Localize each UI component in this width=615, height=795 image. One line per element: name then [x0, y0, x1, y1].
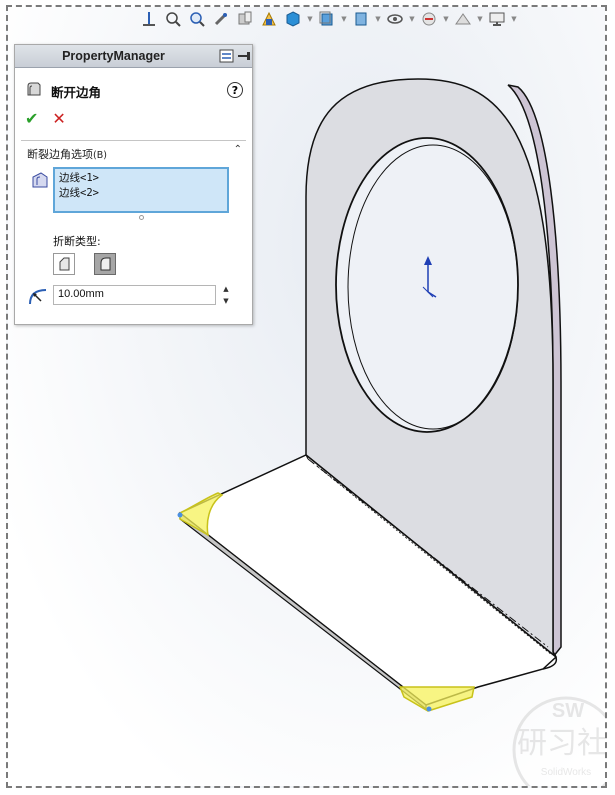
edge-selection-icon	[29, 169, 51, 191]
heads-up-view-toolbar: ▼ ▼ ▼ ▼ ▼ ▼ ▼	[138, 7, 518, 31]
display-style-icon[interactable]	[316, 8, 338, 30]
property-manager-list-icon[interactable]	[219, 48, 235, 64]
help-icon[interactable]: ?	[227, 82, 243, 98]
pin-icon[interactable]	[237, 48, 253, 64]
fillet-type-button[interactable]	[94, 253, 116, 275]
dynamic-annotation-icon[interactable]	[258, 8, 280, 30]
watermark-subtitle: SolidWorks	[541, 767, 591, 778]
ok-button[interactable]: ✔	[25, 109, 38, 128]
dropdown-arrow-icon[interactable]: ▼	[374, 8, 382, 30]
distance-radius-icon	[27, 285, 49, 307]
group-title-hotkey: (B)	[93, 150, 107, 161]
property-manager-header: PropertyManager	[15, 45, 252, 68]
feature-title-row: 断开边角 ?	[25, 81, 243, 101]
hide-show-items-icon[interactable]	[384, 8, 406, 30]
dropdown-arrow-icon[interactable]: ▼	[442, 8, 450, 30]
display-style-icon[interactable]	[350, 8, 372, 30]
selected-edge-2[interactable]	[398, 686, 475, 712]
zoom-area-icon[interactable]	[186, 8, 208, 30]
collapse-chevron-icon[interactable]: ⌃	[234, 144, 242, 155]
previous-view-icon[interactable]	[210, 8, 232, 30]
break-corner-feature-icon	[25, 80, 43, 102]
property-manager-panel: PropertyManager 断开边角 ? ✔ ✕ 断裂边角选项(B) ⌃ 边…	[14, 44, 253, 325]
section-divider	[21, 140, 246, 141]
list-resize-handle[interactable]	[139, 215, 144, 220]
spin-down-icon[interactable]: ▼	[223, 297, 228, 305]
apply-scene-icon[interactable]	[452, 8, 474, 30]
spin-up-icon[interactable]: ▲	[223, 285, 228, 293]
dropdown-arrow-icon[interactable]: ▼	[510, 8, 518, 30]
watermark-chinese: 研习社	[517, 726, 607, 761]
edit-appearance-icon[interactable]	[418, 8, 440, 30]
view-settings-icon[interactable]	[486, 8, 508, 30]
zoom-to-fit-icon[interactable]	[162, 8, 184, 30]
cancel-button[interactable]: ✕	[52, 109, 65, 128]
graphics-area-frame: SW 研习社 SolidWorks ▼ ▼ ▼ ▼ ▼ ▼ ▼ Property…	[6, 5, 607, 788]
list-item[interactable]: 边线<2>	[59, 186, 223, 201]
view-orientation-icon[interactable]	[138, 8, 160, 30]
chamfer-type-button[interactable]	[53, 253, 75, 275]
property-manager-title: PropertyManager	[62, 49, 165, 63]
dropdown-arrow-icon[interactable]: ▼	[306, 8, 314, 30]
view-orientation-cube-icon[interactable]	[282, 8, 304, 30]
section-view-icon[interactable]	[234, 8, 256, 30]
watermark-logo: SW 研习社 SolidWorks	[512, 696, 607, 786]
distance-spinner[interactable]: ▲ ▼	[220, 285, 232, 305]
group-title[interactable]: 断裂边角选项(B)	[27, 146, 107, 162]
edge-vertex-1	[177, 512, 183, 518]
dropdown-arrow-icon[interactable]: ▼	[476, 8, 484, 30]
ok-cancel-row: ✔ ✕	[25, 109, 66, 128]
distance-input[interactable]: 10.00mm	[53, 285, 216, 305]
list-item[interactable]: 边线<1>	[59, 171, 223, 186]
break-type-label: 折断类型:	[53, 235, 101, 248]
group-title-label: 断裂边角选项	[27, 148, 93, 161]
watermark-title: SW	[552, 700, 584, 722]
dropdown-arrow-icon[interactable]: ▼	[340, 8, 348, 30]
edge-selection-list[interactable]: 边线<1> 边线<2>	[53, 167, 229, 213]
dropdown-arrow-icon[interactable]: ▼	[408, 8, 416, 30]
feature-title: 断开边角	[51, 84, 102, 100]
edge-vertex-2	[426, 706, 432, 712]
